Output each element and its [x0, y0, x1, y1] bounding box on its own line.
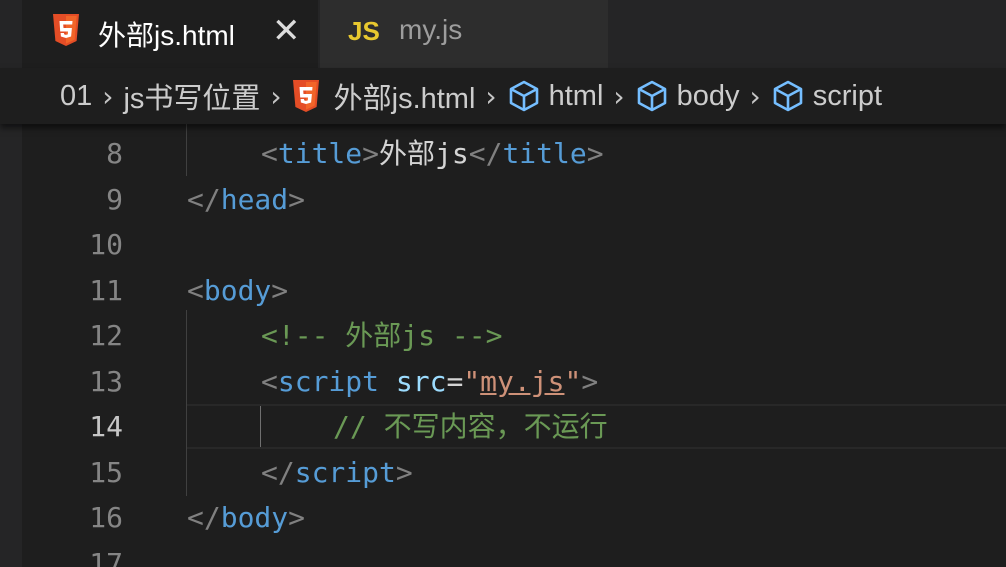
code-text: <title>外部js</title>	[261, 137, 604, 170]
symbol-field-icon	[637, 80, 666, 112]
tab-label: 外部js.html	[98, 20, 235, 51]
chevron-right-icon: ›	[270, 79, 282, 113]
html5-icon	[292, 79, 320, 113]
line-number: 16	[89, 501, 123, 534]
code-line[interactable]: 17	[22, 541, 1006, 567]
line-number: 13	[89, 365, 123, 398]
breadcrumb: 01 › js书写位置 › 外部js.html › html › body ›	[0, 68, 1006, 124]
breadcrumb-item-subfolder[interactable]: js书写位置	[123, 75, 260, 117]
line-number: 12	[89, 319, 123, 352]
code-line[interactable]: 11 <body>	[22, 268, 1006, 313]
code-line[interactable]: 9 </head>	[22, 177, 1006, 222]
symbol-field-icon	[773, 80, 803, 112]
breadcrumb-item-script[interactable]: script	[771, 79, 882, 113]
code-comment: <!-- 外部js -->	[261, 319, 503, 352]
code-text: <body>	[187, 274, 289, 307]
code-line-current[interactable]: 14 // 不写内容，不运行	[22, 404, 1006, 449]
line-number: 10	[89, 228, 123, 261]
code-line[interactable]: 15 </script>	[22, 450, 1006, 495]
code-line[interactable]: 12 <!-- 外部js -->	[22, 313, 1006, 358]
breadcrumb-item-folder[interactable]: 01	[60, 80, 92, 113]
file-link: my.js	[480, 365, 565, 398]
breadcrumb-label: 外部js.html	[333, 83, 476, 115]
line-number: 11	[89, 274, 123, 307]
code-text: </script>	[261, 456, 413, 489]
breadcrumb-label: body	[676, 79, 740, 112]
code-line[interactable]: 8 <title>外部js</title>	[22, 131, 1006, 176]
code-text: <script src="my.js">	[261, 365, 599, 398]
code-editor[interactable]: 8 <title>外部js</title> 9 </head> 10 11 <b…	[22, 124, 1006, 567]
chevron-right-icon: ›	[485, 79, 497, 113]
line-number: 14	[89, 410, 123, 443]
line-number: 15	[89, 456, 123, 489]
editor-tab-bar: 外部js.html ✕ JS my.js	[0, 0, 1006, 68]
chevron-right-icon: ›	[749, 79, 761, 113]
js-file-icon: JS	[348, 16, 380, 46]
breadcrumb-label: html	[548, 79, 604, 112]
code-line[interactable]: 10	[22, 222, 1006, 267]
line-number: 8	[106, 137, 123, 170]
chevron-right-icon: ›	[613, 79, 625, 113]
code-line[interactable]: 13 <script src="my.js">	[22, 359, 1006, 404]
breadcrumb-item-html[interactable]: html	[507, 79, 604, 113]
line-number: 9	[106, 183, 123, 216]
tab-my-js[interactable]: JS my.js	[320, 0, 608, 68]
html5-icon	[52, 13, 80, 51]
breadcrumb-item-body[interactable]: body	[635, 79, 740, 113]
tab-label: my.js	[399, 14, 463, 45]
tab-external-js-html[interactable]: 外部js.html ✕	[22, 0, 318, 68]
code-text: </body>	[187, 501, 306, 534]
chevron-right-icon: ›	[102, 79, 114, 113]
code-line[interactable]: 16 </body>	[22, 495, 1006, 540]
code-text: </head>	[187, 183, 306, 216]
code-comment: // 不写内容，不运行	[333, 410, 608, 443]
close-icon[interactable]: ✕	[272, 14, 301, 48]
symbol-field-icon	[509, 80, 538, 112]
breadcrumb-label: script	[812, 79, 883, 112]
breadcrumb-item-file[interactable]: 外部js.html	[292, 75, 476, 117]
line-number: 17	[89, 547, 123, 567]
